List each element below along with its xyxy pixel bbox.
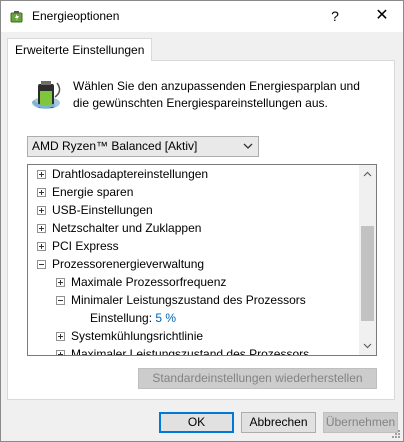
plus-toggle-icon[interactable] bbox=[37, 188, 46, 197]
setting-label: Einstellung: bbox=[90, 311, 153, 325]
plus-toggle-icon[interactable] bbox=[56, 350, 65, 355]
window-title: Energieoptionen bbox=[32, 9, 120, 23]
scroll-up-icon[interactable] bbox=[363, 171, 372, 177]
tab-advanced-settings[interactable]: Erweiterte Einstellungen bbox=[7, 38, 153, 61]
settings-tree[interactable]: Drahtlosadaptereinstellungen Energie spa… bbox=[27, 164, 377, 356]
title-bar[interactable]: Energieoptionen ? ✕ bbox=[1, 1, 403, 32]
plus-toggle-icon[interactable] bbox=[37, 170, 46, 179]
help-button[interactable]: ? bbox=[323, 5, 347, 27]
plus-toggle-icon[interactable] bbox=[37, 224, 46, 233]
battery-power-icon bbox=[10, 11, 23, 23]
setting-value-row[interactable]: Einstellung: 5 % bbox=[90, 309, 176, 327]
resize-grip-icon[interactable] bbox=[391, 429, 401, 439]
minus-toggle-icon[interactable] bbox=[37, 260, 46, 269]
scroll-down-icon[interactable] bbox=[363, 343, 372, 349]
power-plan-dropdown[interactable]: AMD Ryzen™ Balanced [Aktiv] bbox=[27, 136, 259, 157]
apply-button[interactable]: Übernehmen bbox=[323, 412, 398, 433]
restore-defaults-button[interactable]: Standardeinstellungen wiederherstellen bbox=[138, 368, 377, 389]
close-button[interactable]: ✕ bbox=[370, 5, 394, 27]
chevron-down-icon bbox=[243, 143, 253, 149]
tree-scrollbar[interactable] bbox=[359, 165, 376, 355]
ok-button[interactable]: OK bbox=[159, 412, 234, 433]
plus-toggle-icon[interactable] bbox=[56, 332, 65, 341]
power-plan-selected: AMD Ryzen™ Balanced [Aktiv] bbox=[32, 139, 198, 153]
plus-toggle-icon[interactable] bbox=[56, 278, 65, 287]
plan-description: Wählen Sie den anzupassenden Energiespar… bbox=[73, 79, 360, 110]
cancel-button[interactable]: Abbrechen bbox=[241, 412, 316, 433]
setting-value-link[interactable]: 5 % bbox=[155, 311, 176, 325]
battery-plan-icon bbox=[31, 81, 61, 109]
scroll-thumb[interactable] bbox=[361, 226, 374, 321]
energy-options-window: Energieoptionen ? ✕ Erweiterte Einstellu… bbox=[0, 0, 404, 442]
plus-toggle-icon[interactable] bbox=[37, 242, 46, 251]
plus-toggle-icon[interactable] bbox=[37, 206, 46, 215]
minus-toggle-icon[interactable] bbox=[56, 296, 65, 305]
